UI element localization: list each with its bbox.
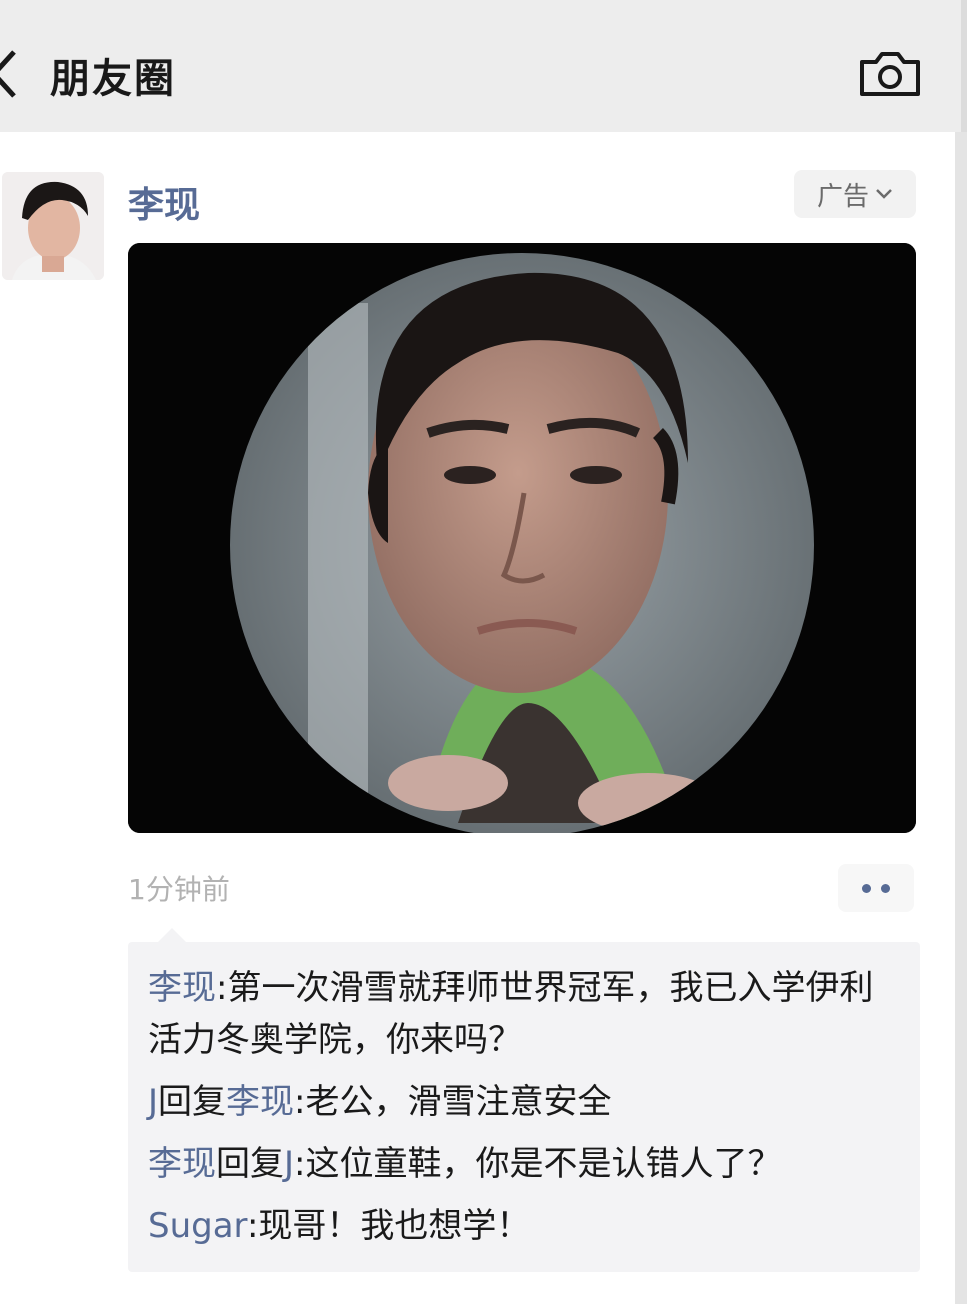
camera-icon[interactable]: [858, 48, 922, 98]
page-title: 朋友圈: [50, 56, 176, 102]
comment-author[interactable]: 李现: [148, 1144, 216, 1184]
reply-target[interactable]: 李现: [226, 1082, 294, 1122]
comment-text: 第一次滑雪就拜师世界冠军，我已入学伊利活力冬奥学院，你来吗？: [148, 968, 874, 1060]
comment-author[interactable]: J: [148, 1082, 158, 1122]
reply-word: 回复: [216, 1144, 284, 1184]
comment-list: 李现:第一次滑雪就拜师世界冠军，我已入学伊利活力冬奥学院，你来吗？ J回复李现:…: [128, 928, 920, 1272]
more-dot-icon: [881, 883, 890, 893]
reply-target[interactable]: J: [284, 1144, 294, 1184]
comment-separator: :: [246, 1206, 259, 1246]
post-time: 1分钟前: [128, 873, 230, 906]
avatar-portrait: [2, 172, 104, 280]
edge-divider: [955, 132, 967, 1304]
comment-separator: :: [216, 968, 228, 1008]
comment-separator: :: [294, 1144, 306, 1184]
comment-author[interactable]: Sugar: [148, 1206, 247, 1246]
comment-separator: :: [294, 1082, 306, 1122]
comment-item[interactable]: J回复李现:老公，滑雪注意安全: [148, 1076, 902, 1128]
moments-page: 朋友圈 李现 广告 1分钟前 李现:第一次滑雪就拜师世界冠军，我已入学伊利活力冬…: [0, 0, 967, 1304]
more-actions-button[interactable]: [838, 864, 914, 912]
comment-text: 现哥！我也想学！: [258, 1206, 531, 1246]
post-video[interactable]: [128, 243, 916, 833]
comment-text: 这位童鞋，你是不是认错人了？: [305, 1144, 782, 1184]
chevron-down-icon: [876, 189, 892, 199]
reply-word: 回复: [158, 1082, 227, 1122]
ad-label: 广告: [816, 181, 869, 212]
comment-item[interactable]: 李现回复J:这位童鞋，你是不是认错人了？: [148, 1138, 902, 1190]
comment-author[interactable]: 李现: [148, 968, 216, 1008]
comment-text: 老公，滑雪注意安全: [305, 1082, 612, 1122]
video-portrait: [128, 243, 916, 833]
comment-item[interactable]: Sugar:现哥！我也想学！: [148, 1200, 902, 1252]
avatar[interactable]: [2, 172, 104, 280]
ad-badge[interactable]: 广告: [794, 170, 916, 218]
more-dot-icon: [862, 883, 871, 893]
nav-bar: 朋友圈: [0, 0, 967, 132]
post-author[interactable]: 李现: [128, 176, 200, 228]
chevron-left-icon[interactable]: [0, 46, 20, 102]
comment-item[interactable]: 李现:第一次滑雪就拜师世界冠军，我已入学伊利活力冬奥学院，你来吗？: [148, 962, 902, 1066]
